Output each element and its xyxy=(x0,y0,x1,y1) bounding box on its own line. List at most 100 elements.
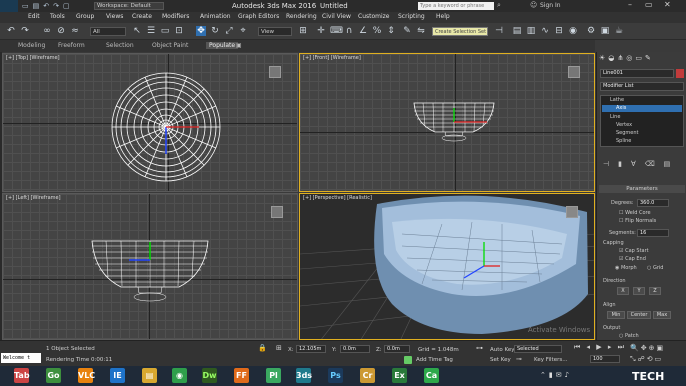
select-object-icon[interactable]: ↖ xyxy=(132,26,142,36)
named-selection-set-input[interactable]: Create Selection Set xyxy=(432,27,488,36)
mirror-icon[interactable]: ⇋ xyxy=(416,26,426,36)
viewport-front[interactable]: [+] [Front] [Wireframe] xyxy=(299,53,595,192)
undo-icon[interactable]: ↶ xyxy=(6,26,16,36)
pin-stack-icon[interactable]: ⊣ xyxy=(603,160,618,168)
viewport-perspective[interactable]: [+] [Perspective] [Realistic] Activate W… xyxy=(299,193,595,340)
menu-scripting[interactable]: Scripting xyxy=(398,13,425,20)
taskbar-app-chrome[interactable]: ◉ xyxy=(172,368,187,383)
rendered-frame-icon[interactable]: ▣ xyxy=(600,26,610,36)
angle-snap-icon[interactable]: ∠ xyxy=(358,26,368,36)
cap-start-checkbox[interactable]: ☑ Cap Start xyxy=(619,248,649,254)
direction-x-button[interactable]: X xyxy=(617,287,629,295)
spinner-snap-icon[interactable]: ⇕ xyxy=(386,26,396,36)
menu-edit[interactable]: Edit xyxy=(28,13,40,20)
viewport-label-top[interactable]: [+] [Top] [Wireframe] xyxy=(6,55,60,61)
stack-item-line[interactable]: Line xyxy=(602,114,682,121)
edit-named-selection-icon[interactable]: ✎ xyxy=(402,26,412,36)
morph-radio[interactable]: ◉ Morph xyxy=(615,265,637,271)
maxscript-listener[interactable]: Welcome t xyxy=(1,353,41,363)
segments-field[interactable]: 16 xyxy=(637,229,669,237)
add-time-tag-button[interactable]: Add Time Tag xyxy=(416,357,453,363)
taskbar-app-go[interactable]: Go xyxy=(46,368,61,383)
menu-help[interactable]: Help xyxy=(436,13,450,20)
system-tray-icons[interactable]: ⌃▮✉♪ xyxy=(540,371,572,379)
menu-modifiers[interactable]: Modifiers xyxy=(162,13,189,20)
tab-object-paint[interactable]: Object Paint xyxy=(152,42,188,49)
stack-item-vertex[interactable]: Vertex xyxy=(602,122,682,129)
taskbar-app-chrome-2[interactable]: Cr xyxy=(360,368,375,383)
object-name-field[interactable]: Line001 xyxy=(600,69,674,78)
minimize-icon[interactable]: – xyxy=(628,0,632,9)
viewport-label-left[interactable]: [+] [Left] [Wireframe] xyxy=(6,195,61,201)
viewport-nav-controls-2[interactable]: ⤡☍⟲▭ xyxy=(630,355,663,364)
configure-sets-icon[interactable]: ▤ xyxy=(664,160,680,168)
align-min-button[interactable]: Min xyxy=(607,311,625,319)
unlink-icon[interactable]: ⊘ xyxy=(56,26,66,36)
menu-customize[interactable]: Customize xyxy=(358,13,390,20)
rectangular-selection-icon[interactable]: ▭ xyxy=(160,26,170,36)
degrees-field[interactable]: 360.0 xyxy=(637,199,669,207)
align-center-button[interactable]: Center xyxy=(627,311,651,319)
stack-item-lathe[interactable]: Lathe xyxy=(602,97,682,104)
select-scale-icon[interactable]: ⤢ xyxy=(224,26,234,36)
window-crossing-icon[interactable]: ⊡ xyxy=(174,26,184,36)
select-manipulate-icon[interactable]: ✛ xyxy=(316,26,326,36)
material-editor-icon[interactable]: ◉ xyxy=(568,26,578,36)
lock-icon[interactable]: 🔒 xyxy=(258,344,267,352)
menu-tools[interactable]: Tools xyxy=(50,13,65,20)
auto-key-selection-dropdown[interactable]: Selected xyxy=(514,345,562,353)
object-color-swatch[interactable] xyxy=(676,69,684,78)
close-icon[interactable]: ✕ xyxy=(664,0,671,9)
taskbar-app-ie[interactable]: IE xyxy=(110,368,125,383)
select-by-name-icon[interactable]: ☰ xyxy=(146,26,156,36)
stack-item-axis[interactable]: Axis xyxy=(602,105,682,112)
set-key-button[interactable]: Set Key xyxy=(490,357,511,363)
stack-item-spline[interactable]: Spline xyxy=(602,138,682,145)
curve-editor-icon[interactable]: ∿ xyxy=(540,26,550,36)
redo-icon[interactable]: ↷ xyxy=(20,26,30,36)
render-setup-icon[interactable]: ⚙ xyxy=(586,26,596,36)
tab-freeform[interactable]: Freeform xyxy=(58,42,85,49)
taskbar-app-firefox[interactable]: FF xyxy=(234,368,249,383)
menu-civil-view[interactable]: Civil View xyxy=(322,13,351,20)
taskbar-app-vlc[interactable]: VLC xyxy=(78,368,95,383)
taskbar-app-player[interactable]: Pl xyxy=(266,368,281,383)
show-end-result-icon[interactable]: ▮ xyxy=(618,160,631,168)
viewcube-left[interactable] xyxy=(271,206,283,218)
selection-filter-dropdown[interactable]: All xyxy=(90,27,126,36)
taskbar-app-excel[interactable]: Ex xyxy=(392,368,407,383)
grid-radio[interactable]: ○ Grid xyxy=(647,265,663,271)
auto-key-button[interactable]: Auto Key xyxy=(490,347,515,353)
hierarchy-tab-icon[interactable]: ⋔ xyxy=(617,54,626,62)
viewcube-top[interactable] xyxy=(269,66,281,78)
viewcube-front[interactable] xyxy=(568,66,580,78)
z-coordinate-field[interactable]: 0.0m xyxy=(384,345,410,353)
ribbon-minimize-icon[interactable]: ▣ xyxy=(236,42,242,49)
render-production-icon[interactable]: ☕ xyxy=(614,26,624,36)
viewcube-perspective[interactable] xyxy=(566,206,578,218)
stack-item-segment[interactable]: Segment xyxy=(602,130,682,137)
create-tab-icon[interactable]: ☀ xyxy=(599,54,608,62)
key-filters-button[interactable]: Key Filters... xyxy=(534,357,567,363)
time-tag-icon[interactable] xyxy=(404,356,412,364)
remove-modifier-icon[interactable]: ⌫ xyxy=(645,160,664,168)
percent-snap-icon[interactable]: % xyxy=(372,26,382,36)
bind-spacewarp-icon[interactable]: ≈ xyxy=(70,26,80,36)
key-mode-icon[interactable]: ⊶ xyxy=(476,344,483,352)
menu-views[interactable]: Views xyxy=(106,13,123,20)
current-frame-field[interactable]: 100 xyxy=(590,355,620,363)
output-patch-radio[interactable]: ○ Patch xyxy=(619,333,639,339)
parameters-rollout-header[interactable]: Parameters xyxy=(599,185,685,193)
cap-end-checkbox[interactable]: ☑ Cap End xyxy=(619,256,646,262)
modifier-list-dropdown[interactable]: Modifier List xyxy=(600,82,684,91)
make-unique-icon[interactable]: ∀ xyxy=(631,160,645,168)
menu-group[interactable]: Group xyxy=(76,13,94,20)
select-rotate-icon[interactable]: ↻ xyxy=(210,26,220,36)
x-coordinate-field[interactable]: 12.105m xyxy=(296,345,326,353)
viewport-top[interactable]: [+] [Top] [Wireframe] xyxy=(2,53,298,192)
reference-coordinate-dropdown[interactable]: View xyxy=(258,27,292,36)
taskbar-app-camtasia[interactable]: Ca xyxy=(424,368,439,383)
taskbar-app-3dsmax[interactable]: 3ds xyxy=(296,368,312,383)
search-input[interactable]: Type a keyword or phrase xyxy=(418,2,494,10)
weld-core-checkbox[interactable]: ☐ Weld Core xyxy=(619,210,651,216)
